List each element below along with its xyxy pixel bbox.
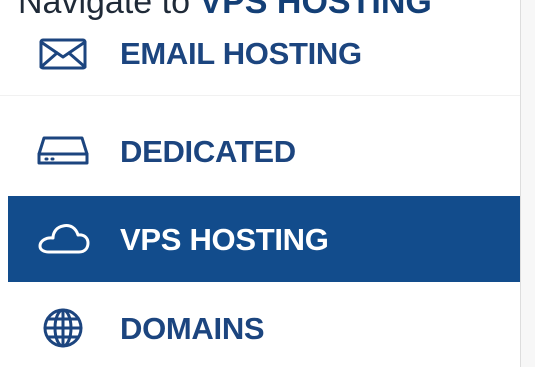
hosting-menu: Navigate to VPS HOSTING EMAIL HOSTING DE… xyxy=(0,0,520,367)
right-panel xyxy=(520,0,535,367)
menu-item-dedicated-label: DEDICATED xyxy=(120,133,296,169)
envelope-icon xyxy=(32,32,94,74)
menu-item-domains-label: DOMAINS xyxy=(120,310,265,346)
menu-item-email-hosting-label: EMAIL HOSTING xyxy=(120,35,362,71)
cloud-icon xyxy=(32,218,94,260)
menu-item-domains[interactable]: DOMAINS xyxy=(8,285,520,367)
menu-item-dedicated[interactable]: DEDICATED xyxy=(8,108,520,194)
menu-item-vps-hosting-label: VPS HOSTING xyxy=(120,221,329,257)
menu-item-email-hosting[interactable]: EMAIL HOSTING xyxy=(8,10,520,96)
globe-icon xyxy=(32,307,94,349)
menu-item-vps-hosting[interactable]: VPS HOSTING xyxy=(8,196,520,282)
page: Navigate to VPS HOSTING EMAIL HOSTING DE… xyxy=(0,0,535,367)
server-drive-icon xyxy=(32,130,94,172)
